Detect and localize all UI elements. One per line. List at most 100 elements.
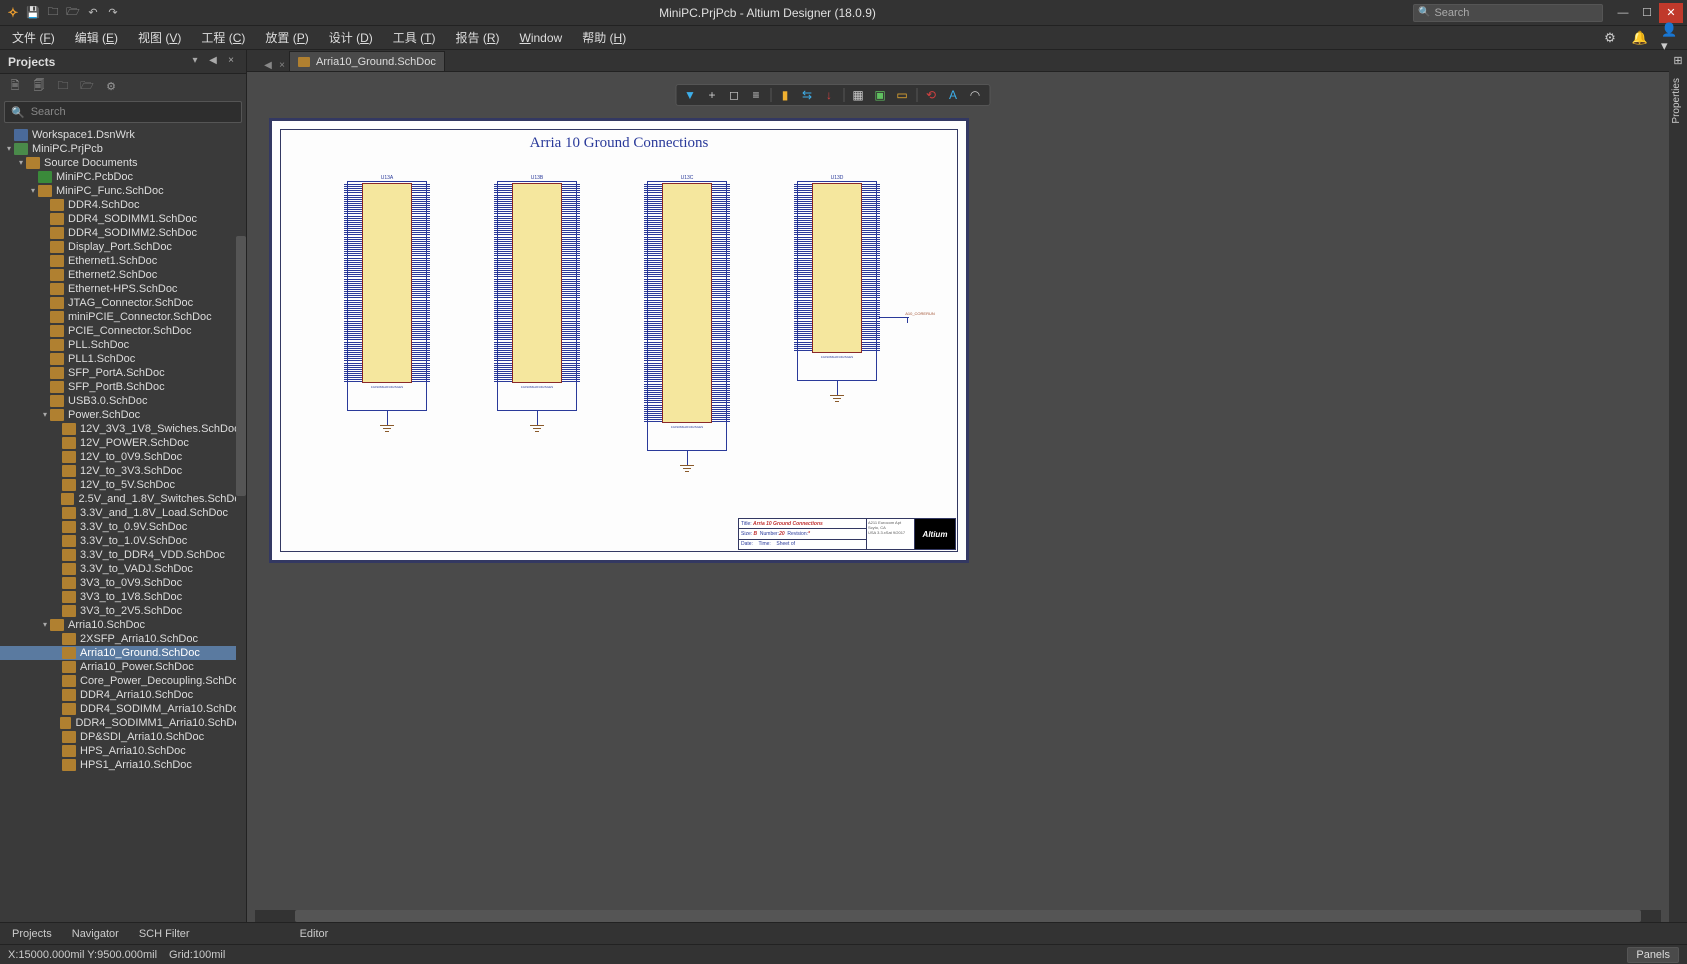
tree-item[interactable]: DDR4_Arria10.SchDoc — [0, 688, 246, 702]
schematic-canvas[interactable]: ▼ + ◻ ≡ ▮ ⇆ ↓ ▦ ▣ ▭ ⟲ A ◠ — [255, 80, 1410, 815]
tree-item[interactable]: JTAG_Connector.SchDoc — [0, 296, 246, 310]
close-button[interactable]: ✕ — [1659, 3, 1683, 23]
tree-item[interactable]: SFP_PortA.SchDoc — [0, 366, 246, 380]
tree-item[interactable]: DP&SDI_Arria10.SchDoc — [0, 730, 246, 744]
tree-item[interactable]: SFP_PortB.SchDoc — [0, 380, 246, 394]
global-search-input[interactable]: 🔍 Search — [1413, 4, 1603, 22]
tree-item[interactable]: PLL1.SchDoc — [0, 352, 246, 366]
open-folder-icon[interactable]: 🗀 — [44, 4, 62, 22]
highlight-vert-icon[interactable]: ▮ — [775, 86, 795, 104]
tree-item[interactable]: 12V_to_0V9.SchDoc — [0, 450, 246, 464]
tree-item[interactable]: ▾MiniPC.PrjPcb — [0, 142, 246, 156]
tree-item[interactable]: Core_Power_Decoupling.SchDoc — [0, 674, 246, 688]
tree-item[interactable]: DDR4_SODIMM2.SchDoc — [0, 226, 246, 240]
tree-item[interactable]: DDR4_SODIMM1_Arria10.SchDoc — [0, 716, 246, 730]
panels-button[interactable]: Panels — [1627, 947, 1679, 963]
tree-item[interactable]: DDR4_SODIMM_Arria10.SchDoc — [0, 702, 246, 716]
settings-gear-icon[interactable]: ⚙ — [1601, 29, 1619, 47]
open-project-icon[interactable]: 🗁 — [64, 4, 82, 22]
menu-item[interactable]: 帮助 (H) — [578, 26, 630, 49]
menu-item[interactable]: 报告 (R) — [451, 26, 503, 49]
menu-item[interactable]: 放置 (P) — [261, 26, 312, 49]
tab-close-icon[interactable]: × — [275, 60, 289, 71]
save-icon[interactable]: 💾 — [24, 4, 42, 22]
schematic-component[interactable]: U13D10AS066H2F34I2SGESA10_CORERUN — [797, 181, 877, 421]
view-tab-sch-filter[interactable]: SCH Filter — [135, 925, 194, 943]
tree-item[interactable]: 2XSFP_Arria10.SchDoc — [0, 632, 246, 646]
tree-scrollbar-track[interactable] — [236, 126, 246, 922]
tree-item[interactable]: ▾Source Documents — [0, 156, 246, 170]
tree-item[interactable]: 3.3V_to_0.9V.SchDoc — [0, 520, 246, 534]
tree-caret-icon[interactable]: ▾ — [40, 408, 50, 422]
new-file-icon[interactable]: 🗎 — [6, 77, 24, 95]
panel-pin-icon[interactable]: ◀ — [206, 55, 220, 69]
grid-icon[interactable]: ▦ — [848, 86, 868, 104]
tree-item[interactable]: 3V3_to_0V9.SchDoc — [0, 576, 246, 590]
canvas-horizontal-scrollbar[interactable] — [255, 910, 1661, 922]
tree-item[interactable]: HPS_Arria10.SchDoc — [0, 744, 246, 758]
tree-caret-icon[interactable]: ▾ — [4, 142, 14, 156]
tree-item[interactable]: 12V_to_3V3.SchDoc — [0, 464, 246, 478]
properties-tab[interactable]: Properties — [1669, 70, 1687, 132]
net-label[interactable]: A10_CORERUN — [895, 311, 945, 316]
menu-item[interactable]: 文件 (F) — [8, 26, 59, 49]
tree-caret-icon[interactable]: ▾ — [28, 184, 38, 198]
new-doc-icon[interactable]: 🗐 — [30, 77, 48, 95]
tab-scroll-left-icon[interactable]: ◀ — [261, 60, 275, 71]
tree-item[interactable]: DDR4_SODIMM1.SchDoc — [0, 212, 246, 226]
select-rect-icon[interactable]: ◻ — [724, 86, 744, 104]
tree-item[interactable]: 3.3V_to_1.0V.SchDoc — [0, 534, 246, 548]
undo-icon[interactable]: ↶ — [84, 4, 102, 22]
filter-icon[interactable]: ▼ — [680, 86, 700, 104]
text-icon[interactable]: A — [943, 86, 963, 104]
tree-item[interactable]: Display_Port.SchDoc — [0, 240, 246, 254]
tree-item[interactable]: Ethernet2.SchDoc — [0, 268, 246, 282]
tree-item[interactable]: MiniPC.PcbDoc — [0, 170, 246, 184]
tree-item[interactable]: 3V3_to_1V8.SchDoc — [0, 590, 246, 604]
align-icon[interactable]: ≡ — [746, 86, 766, 104]
net-highlight-icon[interactable]: ↓ — [819, 86, 839, 104]
component-icon[interactable]: ▣ — [870, 86, 890, 104]
view-tab-editor[interactable]: Editor — [296, 925, 333, 943]
minimize-button[interactable]: — — [1611, 3, 1635, 23]
notifications-bell-icon[interactable]: 🔔 — [1631, 29, 1649, 47]
view-tab-projects[interactable]: Projects — [8, 925, 56, 943]
crosshair-icon[interactable]: + — [702, 86, 722, 104]
schematic-component[interactable]: U13C10AS066H2F34I2SGES — [647, 181, 727, 491]
panel-close-icon[interactable]: × — [224, 55, 238, 69]
tree-item[interactable]: PCIE_Connector.SchDoc — [0, 324, 246, 338]
add-folder-icon[interactable]: 🗁 — [78, 77, 96, 95]
folder-icon[interactable]: 🗀 — [54, 77, 72, 95]
rotate-icon[interactable]: ⟲ — [921, 86, 941, 104]
menu-item[interactable]: 工具 (T) — [389, 26, 440, 49]
tree-item[interactable]: Arria10_Ground.SchDoc — [0, 646, 246, 660]
tree-item[interactable]: 12V_to_5V.SchDoc — [0, 478, 246, 492]
app-logo-icon[interactable]: ✧ — [4, 4, 22, 22]
arc-icon[interactable]: ◠ — [965, 86, 985, 104]
tree-item[interactable]: 2.5V_and_1.8V_Switches.SchDoc — [0, 492, 246, 506]
panel-dropdown-icon[interactable]: ▾ — [188, 55, 202, 69]
schematic-component[interactable]: U13B10AS066H2F34I2SGES — [497, 181, 577, 451]
tree-item[interactable]: ▾Power.SchDoc — [0, 408, 246, 422]
tree-item[interactable]: ▾Arria10.SchDoc — [0, 618, 246, 632]
menu-item[interactable]: 编辑 (E) — [71, 26, 122, 49]
menu-item[interactable]: 工程 (C) — [197, 26, 249, 49]
projects-search-input[interactable]: 🔍 Search — [4, 101, 242, 123]
projects-tree[interactable]: Workspace1.DsnWrk▾MiniPC.PrjPcb▾Source D… — [0, 126, 246, 922]
highlight-horiz-icon[interactable]: ⇆ — [797, 86, 817, 104]
tree-caret-icon[interactable]: ▾ — [16, 156, 26, 170]
canvas-scroll-thumb[interactable] — [295, 910, 1641, 922]
menu-item[interactable]: 设计 (D) — [325, 26, 377, 49]
tree-item[interactable]: miniPCIE_Connector.SchDoc — [0, 310, 246, 324]
tree-item[interactable]: 3.3V_and_1.8V_Load.SchDoc — [0, 506, 246, 520]
tree-item[interactable]: PLL.SchDoc — [0, 338, 246, 352]
tree-item[interactable]: Ethernet-HPS.SchDoc — [0, 282, 246, 296]
tree-scrollbar-thumb[interactable] — [236, 236, 246, 496]
label-icon[interactable]: ▭ — [892, 86, 912, 104]
maximize-button[interactable]: ☐ — [1635, 3, 1659, 23]
view-tab-navigator[interactable]: Navigator — [68, 925, 123, 943]
schematic-component[interactable]: U13A10AS066H2F34I2SGES — [347, 181, 427, 451]
schematic-sheet[interactable]: Arria 10 Ground Connections U13A10AS066H… — [269, 118, 969, 563]
tree-item[interactable]: 3V3_to_2V5.SchDoc — [0, 604, 246, 618]
redo-icon[interactable]: ↷ — [104, 4, 122, 22]
